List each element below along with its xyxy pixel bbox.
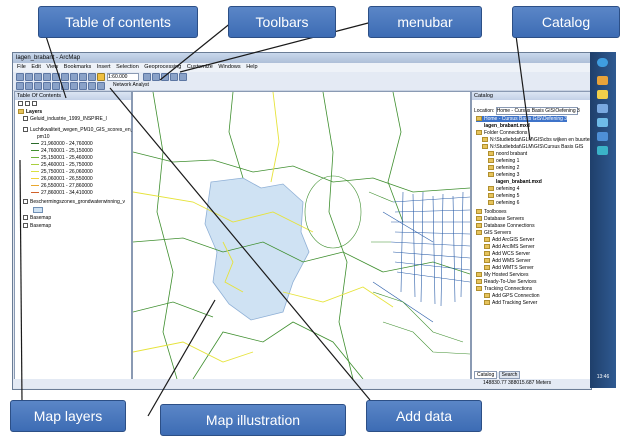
callout-add-data: Add data xyxy=(366,400,482,432)
callout-catalog: Catalog xyxy=(512,6,620,38)
callout-menubar: menubar xyxy=(368,6,482,38)
callout-map-layers: Map layers xyxy=(10,400,126,432)
callout-arrows xyxy=(19,21,531,417)
callout-table-of-contents: Table of contents xyxy=(38,6,198,38)
callout-map-illustration: Map illustration xyxy=(160,404,346,436)
callout-toolbars: Toolbars xyxy=(228,6,336,38)
